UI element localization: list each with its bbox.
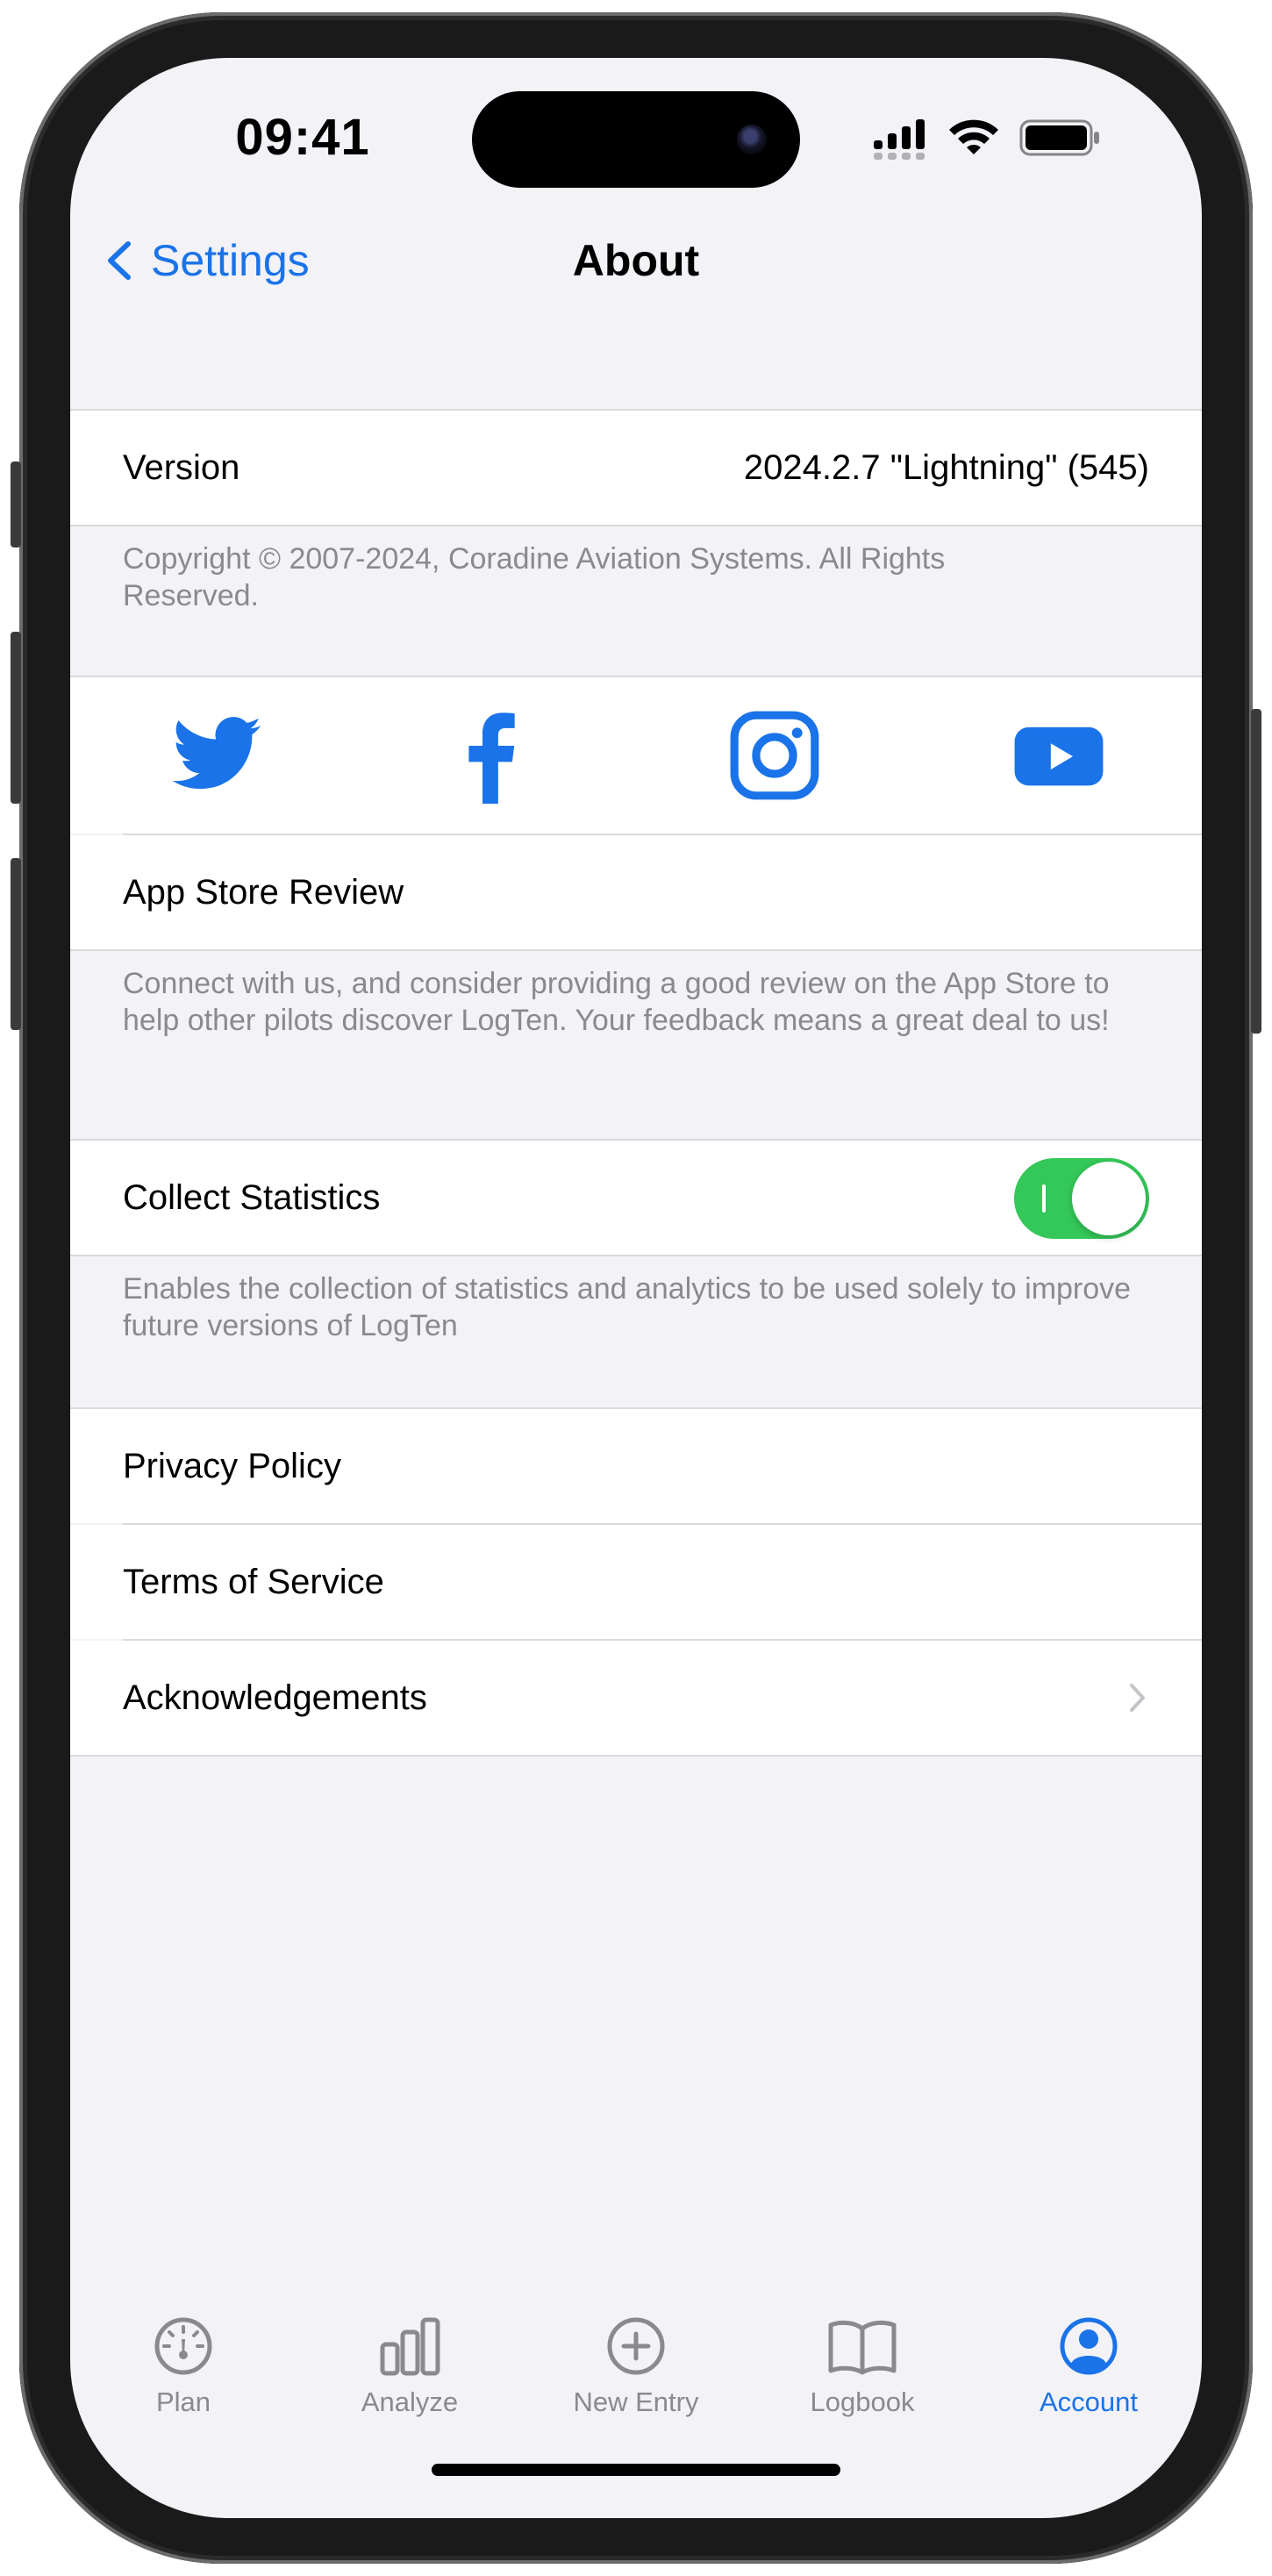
statistics-footer-text: Enables the collection of statistics and… xyxy=(123,1272,1132,1342)
tab-new-entry[interactable]: New Entry xyxy=(531,2297,741,2420)
volume-down-button xyxy=(11,858,21,1030)
tab-logbook[interactable]: Logbook xyxy=(757,2297,968,2420)
app-store-review-label: App Store Review xyxy=(123,873,404,912)
book-icon xyxy=(828,2320,897,2375)
toggle-knob xyxy=(1072,1162,1146,1235)
toggle-on-mark xyxy=(1042,1184,1046,1213)
divider xyxy=(70,1755,1202,1757)
tab-new-entry-label: New Entry xyxy=(573,2386,699,2417)
app-store-review-row[interactable]: App Store Review xyxy=(70,835,1202,949)
wifi-icon xyxy=(946,116,1002,160)
home-indicator[interactable] xyxy=(432,2464,840,2476)
volume-up-button xyxy=(11,632,21,804)
tab-analyze-label: Analyze xyxy=(361,2386,459,2417)
youtube-icon[interactable] xyxy=(1011,707,1107,804)
plus-circle-icon xyxy=(607,2317,665,2375)
action-button xyxy=(11,462,21,547)
tab-plan-label: Plan xyxy=(155,2386,211,2417)
copyright-text: Copyright © 2007-2024, Coradine Aviation… xyxy=(123,542,946,612)
chevron-right-icon xyxy=(1130,1684,1145,1712)
status-time: 09:41 xyxy=(235,109,370,166)
facebook-icon[interactable] xyxy=(444,707,540,804)
terms-of-service-label: Terms of Service xyxy=(123,1563,384,1601)
version-row: Version 2024.2.7 "Lightning" (545) xyxy=(70,411,1202,525)
version-value: 2024.2.7 "Lightning" (545) xyxy=(743,448,1149,487)
privacy-policy-label: Privacy Policy xyxy=(123,1447,341,1485)
privacy-policy-row[interactable]: Privacy Policy xyxy=(70,1409,1202,1523)
screen: 09:41 Settings About Version 2024.2.7 "L… xyxy=(70,58,1202,2518)
divider xyxy=(70,525,1202,526)
back-button-label: Settings xyxy=(151,236,310,285)
battery-icon xyxy=(1019,118,1102,158)
side-button xyxy=(1251,709,1261,1034)
back-button[interactable]: Settings xyxy=(102,221,365,300)
page-title: About xyxy=(572,236,700,285)
dynamic-island xyxy=(472,91,800,188)
chevron-left-icon xyxy=(108,241,131,280)
acknowledgements-row[interactable]: Acknowledgements xyxy=(70,1641,1202,1755)
terms-of-service-row[interactable]: Terms of Service xyxy=(70,1525,1202,1639)
twitter-icon[interactable] xyxy=(168,707,265,804)
divider xyxy=(70,1255,1202,1256)
tab-analyze[interactable]: Analyze xyxy=(304,2297,515,2420)
collect-statistics-toggle[interactable] xyxy=(1014,1158,1149,1239)
front-camera xyxy=(737,125,767,154)
tab-plan[interactable]: Plan xyxy=(78,2297,289,2420)
person-circle-icon xyxy=(1060,2317,1118,2375)
tab-logbook-label: Logbook xyxy=(810,2386,915,2417)
gauge-icon xyxy=(154,2317,212,2375)
social-footer-text: Connect with us, and consider providing … xyxy=(123,967,1110,1037)
instagram-icon[interactable] xyxy=(726,707,823,804)
acknowledgements-label: Acknowledgements xyxy=(123,1678,427,1717)
social-links-row xyxy=(70,677,1202,834)
collect-statistics-row: Collect Statistics xyxy=(70,1141,1202,1255)
tab-account[interactable]: Account xyxy=(983,2297,1194,2420)
divider xyxy=(70,949,1202,951)
tab-account-label: Account xyxy=(1039,2386,1138,2417)
collect-statistics-label: Collect Statistics xyxy=(123,1178,381,1217)
version-label: Version xyxy=(123,448,240,487)
cellular-signal-icon xyxy=(872,116,933,160)
bar-chart-icon xyxy=(380,2317,440,2376)
